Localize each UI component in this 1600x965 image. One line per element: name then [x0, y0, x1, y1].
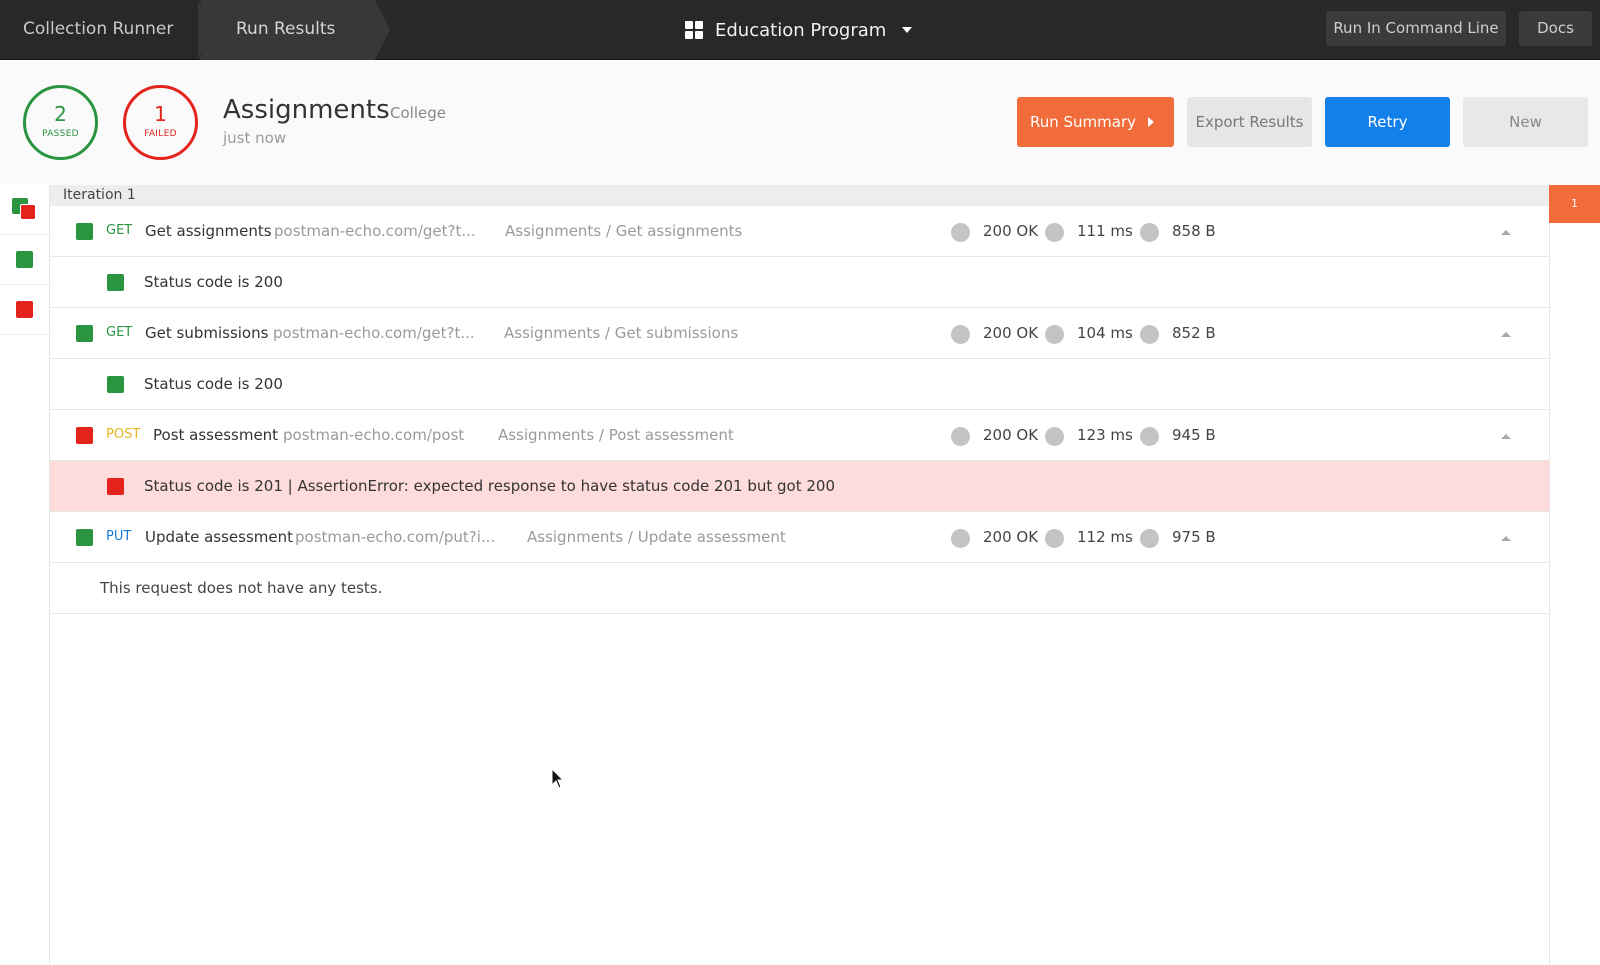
fail-square-icon [16, 301, 33, 318]
test-result-row-failed: Status code is 201 | AssertionError: exp… [50, 461, 1549, 512]
size-dot-icon [1140, 223, 1159, 242]
test-result-row: Status code is 200 [50, 359, 1549, 410]
export-results-button[interactable]: Export Results [1187, 97, 1312, 147]
failed-label: FAILED [144, 129, 177, 139]
response-size: 852 B [1172, 324, 1216, 342]
chevron-down-icon [902, 27, 913, 33]
breadcrumb-collection-runner[interactable]: Collection Runner [23, 0, 173, 60]
test-name: Status code is 200 [144, 273, 283, 291]
test-name: Status code is 200 [144, 375, 283, 393]
request-name: Get assignments [145, 222, 272, 240]
request-name: Post assessment [153, 426, 279, 444]
response-time: 112 ms [1077, 528, 1133, 546]
mouse-cursor-icon [551, 768, 565, 789]
response-status: 200 OK [983, 528, 1039, 546]
request-method: GET [106, 325, 133, 340]
iteration-badge[interactable]: 1 [1549, 185, 1600, 223]
filter-all[interactable] [0, 185, 49, 235]
request-url: postman-echo.com/get?t... [273, 324, 475, 342]
passed-count: 2 [54, 102, 67, 126]
test-result-row: Status code is 200 [50, 257, 1549, 308]
run-summary-label: Run Summary [1030, 113, 1137, 131]
filter-failed[interactable] [0, 285, 49, 335]
request-method: POST [106, 427, 141, 442]
time-dot-icon [1045, 223, 1064, 242]
response-time: 104 ms [1077, 324, 1133, 342]
run-header: 2 PASSED 1 FAILED Assignments College ju… [0, 61, 1600, 185]
failed-count: 1 [154, 102, 167, 126]
run-timestamp: just now [223, 129, 287, 147]
play-icon [1148, 117, 1154, 127]
test-name: Status code is 201 | AssertionError: exp… [144, 477, 836, 495]
collection-title: Assignments [223, 95, 390, 125]
request-path: Assignments / Get assignments [505, 222, 743, 240]
request-path: Assignments / Post assessment [498, 426, 734, 444]
request-path: Assignments / Get submissions [504, 324, 739, 342]
new-button[interactable]: New [1463, 97, 1588, 147]
collapse-caret-icon[interactable] [1501, 230, 1511, 235]
collapse-caret-icon[interactable] [1501, 536, 1511, 541]
time-dot-icon [1045, 325, 1064, 344]
pass-square-icon [76, 529, 93, 546]
run-summary-button[interactable]: Run Summary [1017, 97, 1174, 147]
workspace-name: Education Program [715, 19, 887, 41]
request-row[interactable]: PUT Update assessment postman-echo.com/p… [50, 512, 1549, 563]
response-size: 858 B [1172, 222, 1216, 240]
response-status: 200 OK [983, 426, 1039, 444]
response-size: 975 B [1172, 528, 1216, 546]
status-dot-icon [951, 325, 970, 344]
breadcrumb-run-results[interactable]: Run Results [236, 0, 335, 60]
size-dot-icon [1140, 529, 1159, 548]
failed-count-ring: 1 FAILED [123, 85, 198, 160]
fail-square-icon [76, 427, 93, 444]
no-tests-message: This request does not have any tests. [100, 579, 383, 597]
request-method: GET [106, 223, 133, 238]
size-dot-icon [1140, 427, 1159, 446]
pass-square-icon [16, 251, 33, 268]
workspace-selector[interactable]: Education Program [685, 0, 913, 60]
request-row[interactable]: GET Get submissions postman-echo.com/get… [50, 308, 1549, 359]
request-url: postman-echo.com/post [283, 426, 465, 444]
result-filter-rail [0, 185, 50, 965]
request-name: Get submissions [145, 324, 269, 342]
status-dot-icon [951, 427, 970, 446]
no-tests-row: This request does not have any tests. [50, 563, 1549, 614]
top-bar: Collection Runner Run Results Education … [0, 0, 1600, 60]
request-row[interactable]: GET Get assignments postman-echo.com/get… [50, 206, 1549, 257]
pass-square-icon [76, 325, 93, 342]
collapse-caret-icon[interactable] [1501, 332, 1511, 337]
size-dot-icon [1140, 325, 1159, 344]
request-path: Assignments / Update assessment [527, 528, 786, 546]
docs-button[interactable]: Docs [1519, 11, 1592, 46]
passed-count-ring: 2 PASSED [23, 85, 98, 160]
iteration-header: Iteration 1 [50, 185, 1549, 206]
response-time: 123 ms [1077, 426, 1133, 444]
time-dot-icon [1045, 529, 1064, 548]
status-dot-icon [951, 223, 970, 242]
filter-passed[interactable] [0, 235, 49, 285]
request-row[interactable]: POST Post assessment postman-echo.com/po… [50, 410, 1549, 461]
response-status: 200 OK [983, 324, 1039, 342]
time-dot-icon [1045, 427, 1064, 446]
environment-name: College [390, 104, 446, 122]
passed-label: PASSED [42, 129, 79, 139]
collapse-caret-icon[interactable] [1501, 434, 1511, 439]
retry-button[interactable]: Retry [1325, 97, 1450, 147]
iteration-rail [1549, 223, 1600, 965]
fail-square-icon [20, 204, 36, 220]
status-dot-icon [951, 529, 970, 548]
request-url: postman-echo.com/get?t... [274, 222, 476, 240]
pass-square-icon [107, 376, 124, 393]
fail-square-icon [107, 478, 124, 495]
request-url: postman-echo.com/put?i... [295, 528, 496, 546]
request-method: PUT [106, 529, 132, 544]
pass-square-icon [76, 223, 93, 240]
response-size: 945 B [1172, 426, 1216, 444]
pass-square-icon [107, 274, 124, 291]
request-name: Update assessment [145, 528, 294, 546]
workspace-grid-icon [685, 21, 703, 39]
response-status: 200 OK [983, 222, 1039, 240]
run-in-command-line-button[interactable]: Run In Command Line [1326, 11, 1506, 46]
response-time: 111 ms [1077, 222, 1133, 240]
